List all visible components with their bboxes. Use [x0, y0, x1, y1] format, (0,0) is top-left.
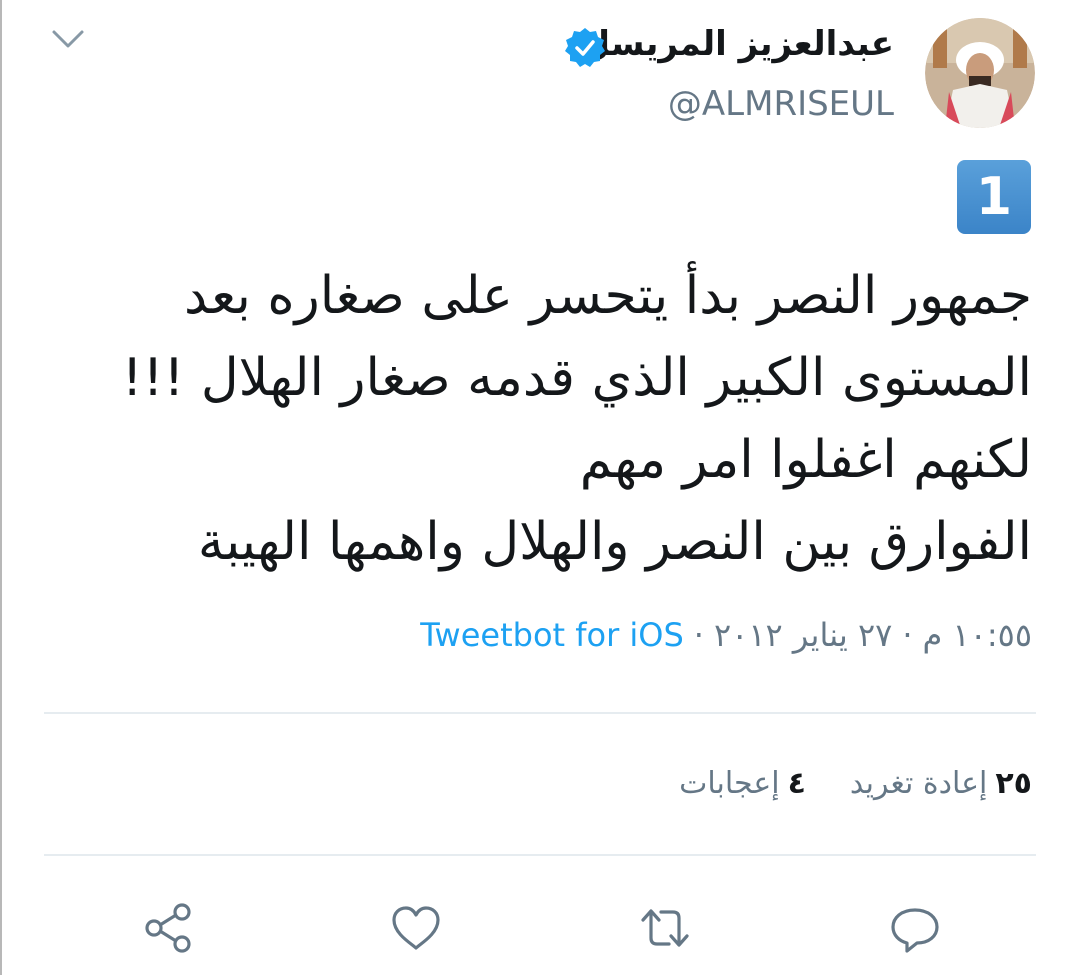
like-icon[interactable]: [386, 898, 446, 958]
separator: ·: [693, 616, 704, 654]
tweet-stats: ٢٥إعادة تغريد ٤إعجابات: [635, 766, 1032, 801]
tweet-text: جمهور النصر بدأ يتحسر على صغاره بعد المس…: [121, 255, 1032, 583]
chevron-down-icon[interactable]: [48, 24, 88, 54]
share-icon[interactable]: [138, 898, 198, 958]
number-one-emoji: 1: [957, 160, 1031, 234]
retweets-count: ٢٥: [995, 766, 1032, 801]
divider: [44, 712, 1036, 714]
separator: ·: [902, 616, 913, 654]
likes-count: ٤: [787, 766, 806, 801]
tweet-line: المستوى الكبير الذي قدمه صغار الهلال !!!: [121, 348, 1032, 408]
source-link[interactable]: Tweetbot for iOS: [420, 616, 684, 654]
window-edge: [0, 0, 2, 975]
retweets-stat[interactable]: ٢٥إعادة تغريد: [850, 766, 1032, 801]
user-handle[interactable]: @ALMRISEUL: [668, 84, 894, 124]
tweet-meta: ١٠:٥٥ م·٢٧ يناير ٢٠١٢·Tweetbot for iOS: [420, 616, 1032, 654]
tweet-line: جمهور النصر بدأ يتحسر على صغاره بعد: [184, 266, 1032, 326]
likes-label: إعجابات: [679, 766, 780, 801]
likes-stat[interactable]: ٤إعجابات: [679, 766, 806, 801]
tweet-date[interactable]: ٢٧ يناير ٢٠١٢: [714, 616, 892, 654]
divider: [44, 854, 1036, 856]
retweets-label: إعادة تغريد: [849, 766, 988, 801]
verified-badge-icon: [563, 26, 607, 70]
tweet-line: الفوارق بين النصر والهلال واهمها الهيبة: [197, 512, 1032, 572]
tweet-line: لكنهم اغفلوا امر مهم: [579, 430, 1032, 490]
retweet-icon[interactable]: [635, 898, 695, 958]
reply-icon[interactable]: [885, 898, 945, 958]
tweet-time[interactable]: ١٠:٥٥ م: [922, 616, 1032, 654]
tweet-detail-screen: عبدالعزيز المريسل @ALMRISEUL 1 جمهور الن…: [0, 0, 1080, 975]
avatar[interactable]: [925, 18, 1035, 128]
display-name[interactable]: عبدالعزيز المريسل: [581, 24, 894, 64]
